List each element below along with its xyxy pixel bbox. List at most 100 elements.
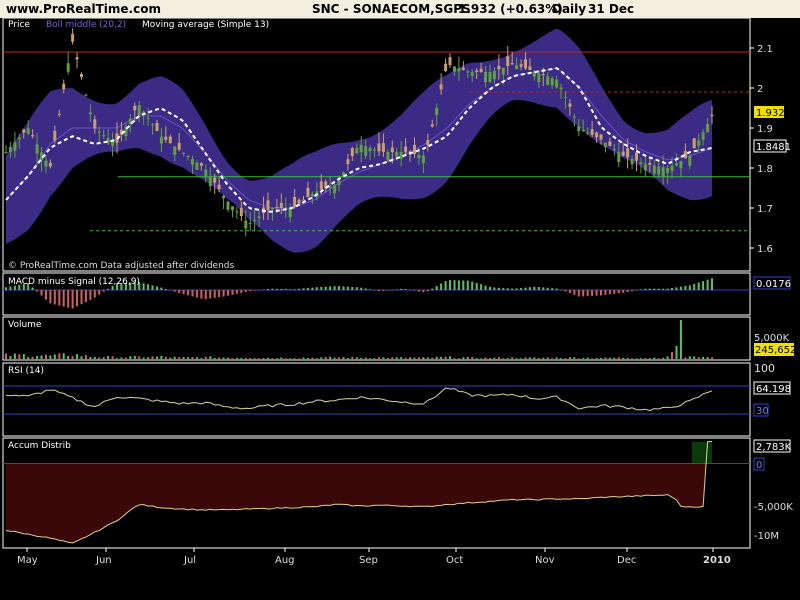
volume-bar: [222, 357, 225, 359]
candle-body: [555, 79, 559, 88]
site-name[interactable]: www.ProRealTime.com: [6, 2, 161, 16]
macd-bar: [644, 288, 647, 290]
candle-body: [8, 147, 12, 153]
volume-bar: [688, 356, 691, 359]
macd-bar: [289, 289, 292, 290]
macd-bar: [378, 290, 380, 291]
volume-bar: [351, 356, 354, 359]
volume-bar: [116, 358, 118, 359]
candle-body: [488, 72, 492, 82]
volume-bar: [524, 357, 527, 359]
macd-bar: [182, 290, 185, 295]
candle-body: [484, 72, 487, 82]
volume-bar: [138, 356, 141, 359]
macd-bar: [338, 286, 340, 290]
volume-bar: [648, 358, 651, 359]
volume-bar: [360, 357, 363, 359]
volume-bar: [262, 358, 265, 359]
macd-bar: [293, 289, 296, 290]
macd-bar: [324, 286, 327, 290]
macd-bar: [320, 286, 323, 290]
candle-body: [670, 165, 674, 171]
volume-bar: [409, 357, 412, 359]
volume-bar: [311, 357, 314, 359]
macd-bar: [280, 289, 283, 290]
candle-body: [479, 68, 483, 72]
volume-bar: [231, 358, 234, 359]
candle-body: [142, 111, 146, 113]
candle-body: [93, 119, 97, 129]
volume-bar: [275, 358, 278, 359]
macd-bar: [617, 290, 620, 294]
macd-bar: [591, 290, 594, 296]
volume-bar: [80, 356, 83, 359]
candle-body: [359, 144, 363, 153]
candle-body: [195, 162, 199, 170]
macd-bar: [107, 288, 110, 290]
candle-body: [417, 154, 421, 159]
accum-tick-10m: -10M: [754, 531, 779, 542]
volume-panel[interactable]: [2, 316, 751, 361]
volume-bar: [395, 357, 398, 359]
macd-bar: [453, 280, 456, 290]
volume-bar: [267, 357, 269, 359]
volume-bar: [671, 352, 673, 359]
candle-body: [461, 67, 465, 70]
candle-body: [630, 159, 634, 165]
rsi-panel[interactable]: [2, 362, 751, 437]
volume-bar: [471, 357, 474, 359]
volume-bar: [36, 356, 39, 359]
volume-bar: [187, 357, 190, 359]
macd-bar: [608, 290, 611, 295]
volume-bar: [635, 358, 638, 359]
candle-body: [466, 71, 470, 73]
volume-bar: [249, 358, 252, 359]
macd-bar: [493, 287, 496, 290]
candle-body: [137, 105, 141, 116]
macd-bar: [444, 281, 447, 290]
macd-bar: [76, 290, 78, 307]
candle-body: [17, 137, 21, 140]
candle-body: [191, 159, 194, 165]
volume-bar: [302, 357, 305, 359]
volume-bar: [489, 358, 491, 359]
macd-bar: [306, 288, 309, 290]
volume-bar: [644, 358, 647, 359]
volume-bar: [511, 357, 514, 359]
axis-label-dec: Dec: [617, 555, 636, 566]
candle-body: [57, 113, 61, 115]
volume-bar: [400, 357, 403, 359]
candle-body: [608, 141, 612, 146]
price-footnote: © ProRealTime.com Data adjusted after di…: [8, 261, 234, 271]
candle-body: [253, 219, 257, 221]
last-date: 31 Dec: [588, 2, 635, 16]
macd-bar: [564, 290, 567, 292]
macd-bar: [102, 290, 105, 292]
macd-bar: [249, 290, 252, 292]
volume-bar: [235, 357, 238, 359]
candle-body: [701, 132, 705, 140]
candle-body: [430, 124, 434, 127]
macd-bar: [449, 280, 451, 290]
volume-bar: [449, 356, 451, 359]
candle-body: [270, 208, 274, 210]
volume-bar: [284, 358, 287, 359]
candle-body: [399, 152, 403, 159]
candle-body: [333, 184, 337, 194]
volume-bar: [58, 353, 61, 359]
volume-bar: [31, 356, 34, 359]
macd-bar: [457, 280, 460, 290]
axis-label-may: May: [17, 555, 38, 566]
macd-bar: [231, 290, 234, 295]
macd-bar: [164, 289, 167, 290]
candle-body: [679, 160, 683, 169]
candle-body: [350, 148, 354, 157]
macd-bar: [178, 290, 181, 293]
volume-bar: [195, 357, 198, 359]
candle-body: [439, 84, 443, 90]
candle-body: [80, 74, 83, 78]
candle-body: [617, 152, 621, 163]
volume-bar: [586, 357, 589, 359]
candle-body: [453, 66, 456, 72]
candle-body: [222, 195, 226, 199]
